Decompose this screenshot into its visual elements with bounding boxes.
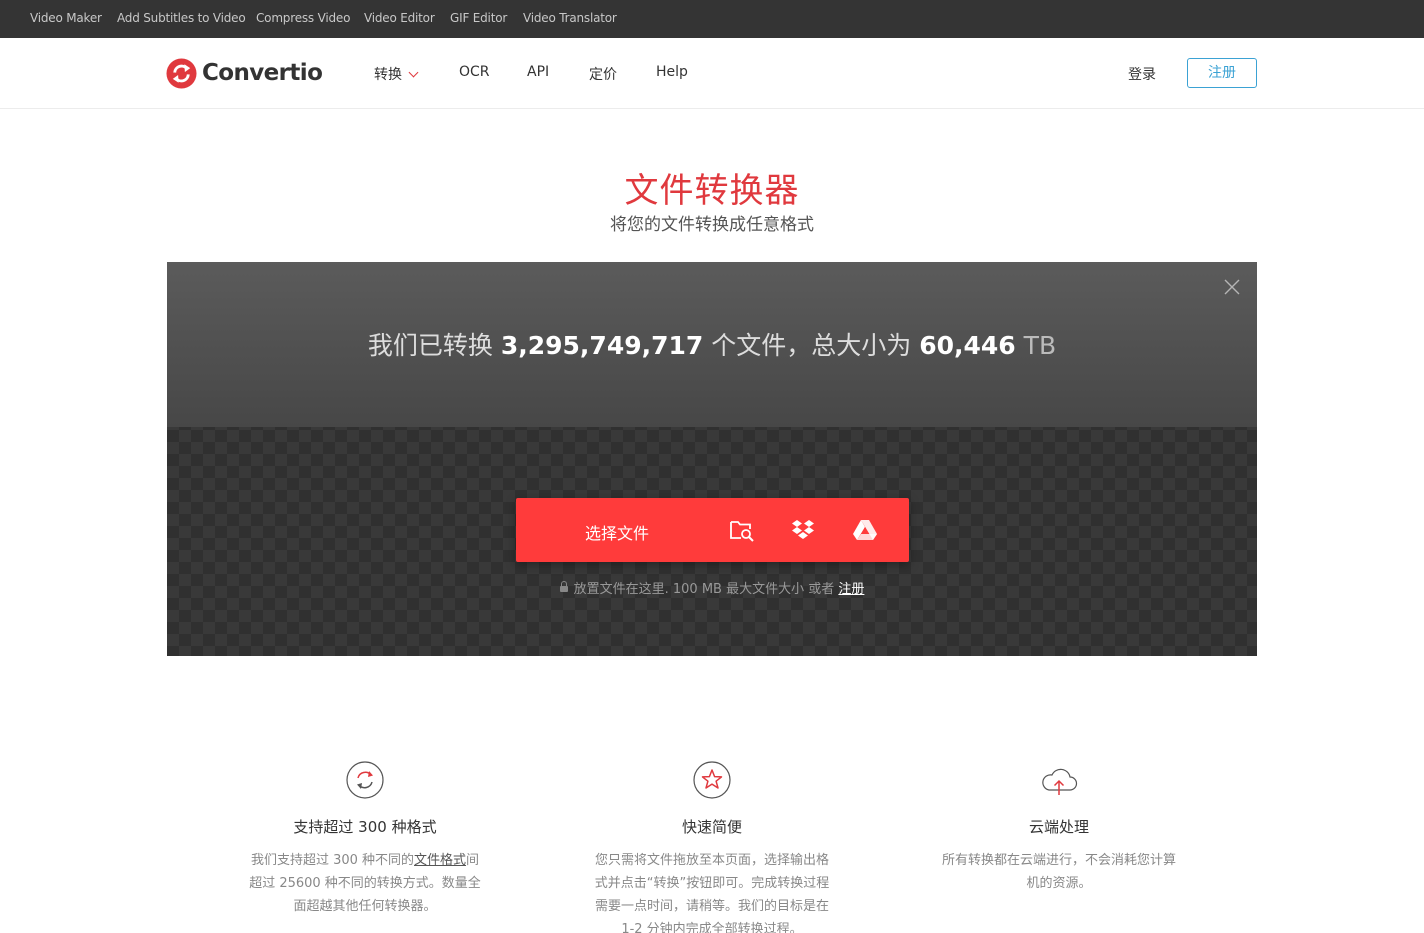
lock-icon [559, 581, 568, 592]
size-unit: TB [1023, 331, 1057, 360]
star-icon [693, 761, 731, 799]
chevron-down-icon [408, 67, 419, 78]
feature-formats-desc: 我们支持超过 300 种不同的文件格式间超过 25600 种不同的转换方式。数量… [245, 849, 485, 918]
total-size: 60,446 [919, 331, 1016, 360]
drop-note-text: 放置文件在这里. 100 MB 最大文件大小 或者 [573, 582, 835, 597]
stats-banner: 我们已转换 3,295,749,717 个文件，总大小为 60,446 TB [167, 262, 1257, 427]
nav-item-pricing[interactable]: 定价 [589, 64, 617, 84]
page-title: 文件转换器 [624, 171, 800, 211]
nav-item-ocr[interactable]: OCR [459, 64, 490, 80]
nav-item-convert[interactable]: 转换 [374, 64, 419, 84]
topbar-link-video-translator[interactable]: Video Translator [523, 11, 617, 25]
file-formats-link[interactable]: 文件格式 [414, 853, 466, 868]
refresh-icon [346, 761, 384, 799]
page-subtitle: 将您的文件转换成任意格式 [610, 215, 814, 235]
feature-formats-title: 支持超过 300 种格式 [293, 818, 437, 836]
drop-note: 放置文件在这里. 100 MB 最大文件大小 或者 注册 [167, 578, 1257, 597]
close-icon[interactable] [1224, 279, 1240, 295]
nav-convert-label: 转换 [374, 67, 402, 83]
feature-fast-title: 快速简便 [681, 818, 742, 836]
feature-formats-desc-before: 我们支持超过 300 种不同的 [250, 853, 415, 868]
logo[interactable]: Convertio [166, 57, 323, 89]
feature-cloud: 云端处理 所有转换都在云端进行，不会消耗您计算机的资源。 [929, 760, 1189, 895]
google-drive-icon[interactable] [852, 517, 878, 543]
drop-signup-link[interactable]: 注册 [838, 582, 864, 597]
feature-cloud-title: 云端处理 [1028, 818, 1089, 836]
choose-files-button[interactable]: 选择文件 [516, 498, 909, 562]
topbar-link-video-maker[interactable]: Video Maker [30, 11, 102, 25]
nav-item-help[interactable]: Help [656, 64, 688, 80]
topbar-link-gif-editor[interactable]: GIF Editor [450, 11, 507, 25]
logo-text: Convertio [202, 60, 323, 86]
feature-fast: 快速简便 您只需将文件拖放至本页面，选择输出格式并点击“转换”按钮即可。完成转换… [582, 760, 842, 933]
dropbox-icon[interactable] [790, 517, 816, 543]
stats-prefix: 我们已转换 [367, 331, 493, 360]
site-header: Convertio 转换 OCR API 定价 Help 登录 注册 [0, 38, 1424, 109]
signup-button[interactable]: 注册 [1187, 58, 1257, 88]
conversion-stats: 我们已转换 3,295,749,717 个文件，总大小为 60,446 TB [167, 326, 1257, 362]
choose-files-label: 选择文件 [585, 524, 650, 543]
topbar-link-add-subtitles[interactable]: Add Subtitles to Video [117, 11, 246, 25]
stats-middle: 个文件，总大小为 [711, 331, 912, 360]
folder-search-icon[interactable] [729, 517, 755, 543]
nav-item-api[interactable]: API [527, 64, 549, 80]
feature-formats: 支持超过 300 种格式 我们支持超过 300 种不同的文件格式间超过 2560… [235, 760, 495, 918]
topbar-link-compress-video[interactable]: Compress Video [256, 11, 350, 25]
file-drop-zone[interactable]: 我们已转换 3,295,749,717 个文件，总大小为 60,446 TB 选… [167, 262, 1257, 656]
feature-cloud-desc: 所有转换都在云端进行，不会消耗您计算机的资源。 [941, 853, 1176, 891]
top-bar: Video Maker Add Subtitles to Video Compr… [0, 0, 1424, 38]
login-link[interactable]: 登录 [1128, 64, 1156, 84]
files-count: 3,295,749,717 [500, 331, 704, 360]
feature-fast-desc: 您只需将文件拖放至本页面，选择输出格式并点击“转换”按钮即可。完成转换过程需要一… [594, 853, 830, 933]
logo-icon [166, 57, 197, 89]
cloud-upload-icon [1042, 768, 1078, 795]
topbar-link-video-editor[interactable]: Video Editor [364, 11, 435, 25]
